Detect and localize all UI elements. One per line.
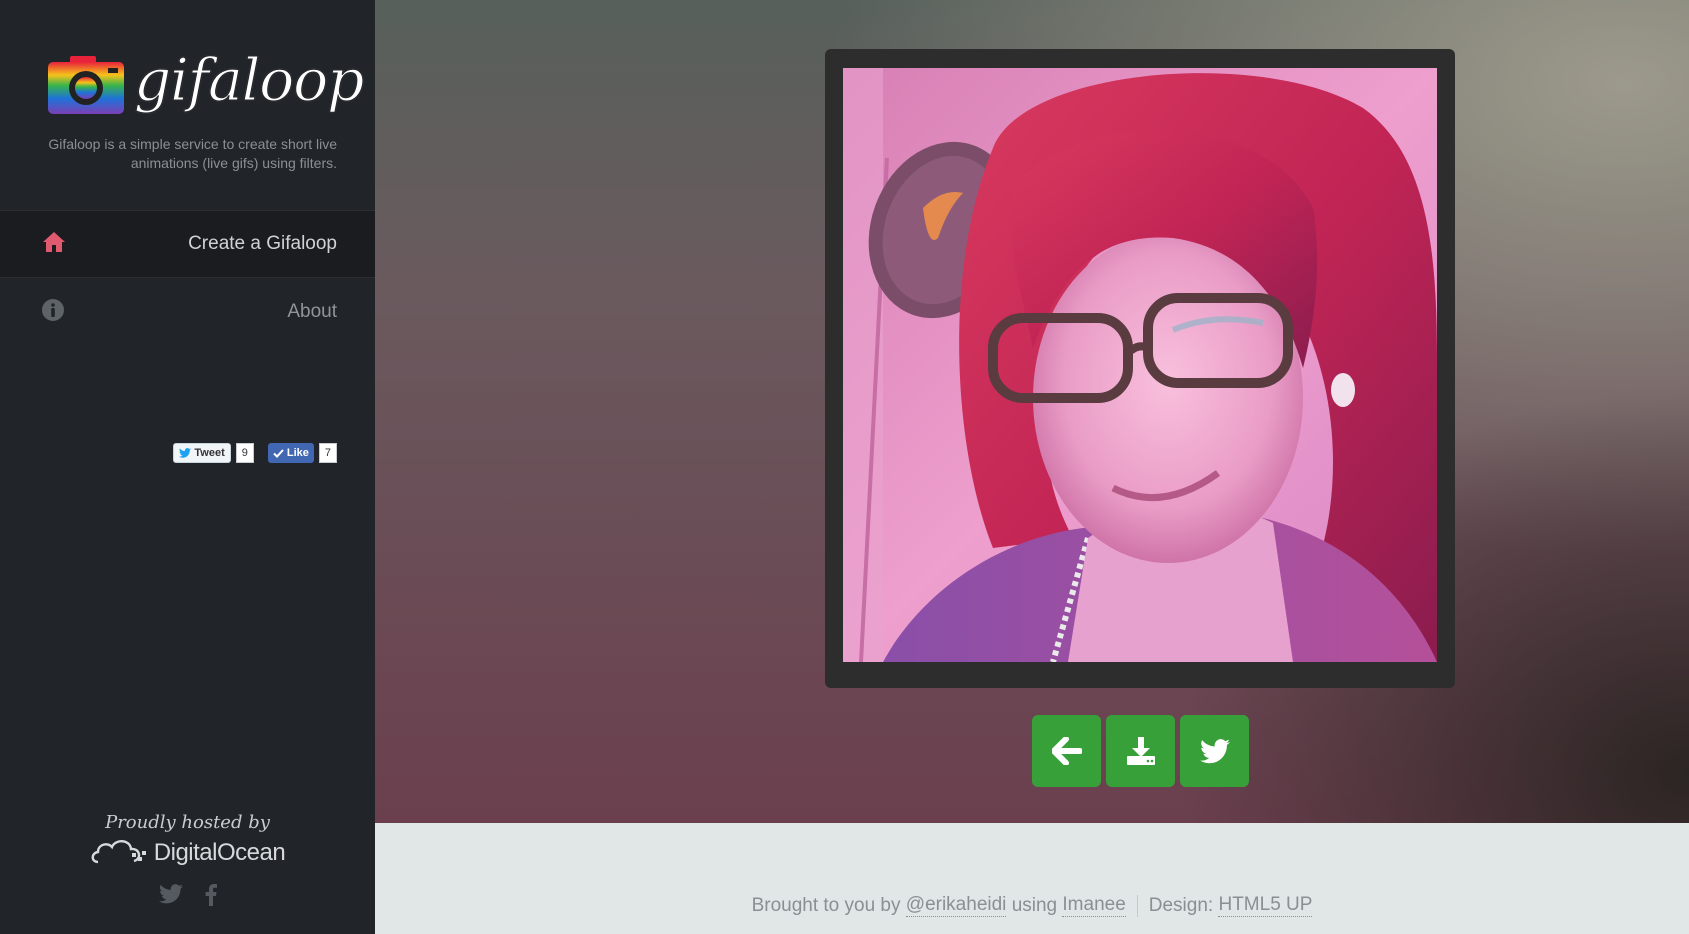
home-icon bbox=[42, 231, 66, 258]
design-label: Design: bbox=[1148, 894, 1214, 916]
back-button[interactable] bbox=[1032, 715, 1101, 787]
sidebar-nav: Create a Gifaloop About bbox=[0, 210, 375, 346]
like-share-button[interactable]: Like 7 bbox=[267, 443, 337, 463]
author-link[interactable]: @erikaheidi bbox=[905, 894, 1007, 917]
hosted-title: Proudly hosted by bbox=[105, 812, 270, 833]
nav-label-about: About bbox=[287, 301, 337, 322]
social-links bbox=[0, 884, 375, 911]
check-icon bbox=[273, 448, 284, 458]
like-label: Like bbox=[286, 447, 309, 459]
download-icon bbox=[1126, 737, 1155, 765]
credits-prefix: Brought to you by bbox=[751, 894, 901, 916]
tagline: Gifaloop is a simple service to create s… bbox=[48, 136, 337, 171]
gif-frame bbox=[825, 49, 1455, 688]
main-stage bbox=[375, 0, 1689, 823]
share-buttons: Tweet 9 Like 7 bbox=[173, 443, 337, 463]
nav-item-about[interactable]: About bbox=[0, 278, 375, 346]
logo-text: gifaloop bbox=[133, 46, 364, 115]
design-link[interactable]: HTML5 UP bbox=[1218, 894, 1313, 917]
gif-preview bbox=[843, 68, 1437, 662]
nav-item-create[interactable]: Create a Gifaloop bbox=[0, 210, 375, 278]
tool-link[interactable]: Imanee bbox=[1062, 894, 1126, 917]
download-button[interactable] bbox=[1106, 715, 1175, 787]
twitter-icon[interactable] bbox=[158, 884, 183, 911]
footer-divider bbox=[1136, 894, 1138, 917]
gif-actions bbox=[1032, 715, 1249, 787]
camera-logo-icon bbox=[48, 56, 124, 114]
hosted-brand: DigitalOcean bbox=[153, 838, 286, 866]
nav-label-create: Create a Gifaloop bbox=[188, 233, 337, 254]
twitter-icon bbox=[1199, 738, 1230, 763]
info-icon bbox=[42, 298, 64, 326]
footer-credits: Brought to you by @erikaheidi using Iman… bbox=[375, 894, 1689, 917]
like-count: 7 bbox=[318, 443, 337, 463]
tweet-gif-button[interactable] bbox=[1180, 715, 1249, 787]
cloud-icon bbox=[90, 835, 148, 870]
footer bbox=[375, 823, 1689, 934]
credits-using: using bbox=[1011, 894, 1058, 916]
hosted-by-badge[interactable]: Proudly hosted by DigitalOcean bbox=[0, 812, 375, 870]
tweet-count: 9 bbox=[235, 443, 254, 463]
facebook-icon[interactable] bbox=[205, 884, 217, 911]
tweet-label: Tweet bbox=[194, 447, 225, 459]
twitter-small-icon bbox=[179, 448, 192, 458]
logo[interactable]: gifaloop bbox=[48, 40, 365, 120]
sidebar: gifaloop Gifaloop is a simple service to… bbox=[0, 0, 375, 934]
arrow-left-icon bbox=[1051, 737, 1082, 765]
tweet-share-button[interactable]: Tweet 9 bbox=[173, 443, 254, 463]
